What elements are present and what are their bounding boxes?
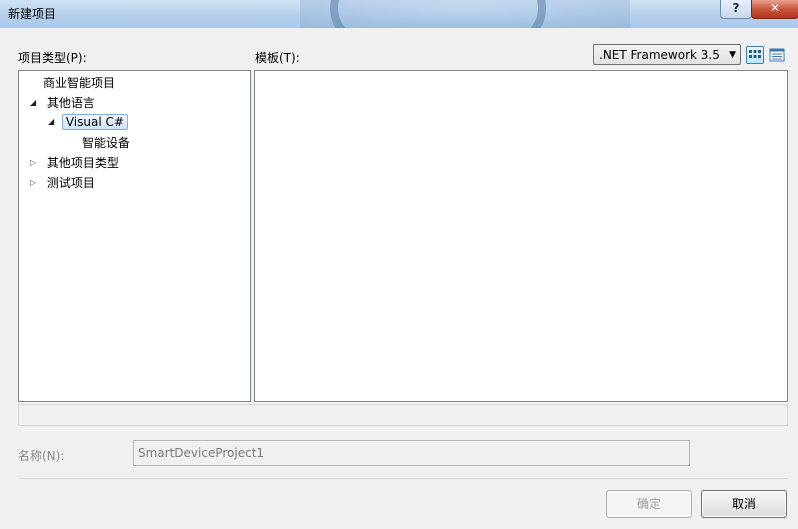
- ok-button[interactable]: 确定: [606, 490, 692, 518]
- template-description-bar: [18, 404, 788, 426]
- tree-item-other-languages[interactable]: ◢ 其他语言: [30, 94, 95, 112]
- framework-select[interactable]: .NET Framework 3.5 ▼: [593, 44, 741, 65]
- tree-item-test-projects[interactable]: ▷ 测试项目: [30, 174, 95, 192]
- collapsed-arrow-icon[interactable]: ▷: [30, 154, 40, 172]
- tree-item-label: 商业智能项目: [43, 76, 116, 90]
- divider: [18, 478, 788, 479]
- title-bar-glass-ring: [330, 0, 546, 28]
- templates-label: 模板(T):: [255, 51, 300, 65]
- cancel-button[interactable]: 取消: [701, 490, 787, 518]
- tree-item-label: 其他语言: [46, 96, 95, 110]
- project-types-label: 项目类型(P):: [18, 51, 87, 65]
- framework-select-value: .NET Framework 3.5: [599, 48, 720, 62]
- expanded-arrow-icon[interactable]: ◢: [30, 94, 40, 112]
- small-icons-view-button[interactable]: [768, 46, 786, 64]
- small-icons-view-icon: [769, 48, 785, 62]
- name-field[interactable]: [133, 440, 690, 466]
- tree-item-smart-device[interactable]: 智能设备: [82, 134, 130, 152]
- close-icon: ✕: [769, 1, 781, 15]
- templates-list[interactable]: [254, 70, 788, 402]
- collapsed-arrow-icon[interactable]: ▷: [30, 174, 40, 192]
- help-button[interactable]: ?: [720, 0, 752, 19]
- name-label: 名称(N):: [18, 449, 65, 463]
- expanded-arrow-icon[interactable]: ◢: [48, 113, 58, 131]
- title-bar: 新建项目 ? ✕: [0, 0, 798, 28]
- project-types-tree[interactable]: 商业智能项目 ◢ 其他语言 ◢ Visual C# 智能设备 ▷ 其他项目类型 …: [18, 70, 251, 402]
- chevron-down-icon: ▼: [729, 50, 736, 60]
- close-button[interactable]: ✕: [751, 0, 798, 19]
- tree-item-label: 其他项目类型: [46, 156, 119, 170]
- new-project-dialog: 项目类型(P): 模板(T): .NET Framework 3.5 ▼ 商业智…: [0, 28, 798, 529]
- large-icons-view-button[interactable]: [746, 46, 764, 64]
- tree-item-label-selected: Visual C#: [61, 114, 128, 130]
- tree-item-label: 智能设备: [82, 136, 131, 150]
- tree-item-other-project-types[interactable]: ▷ 其他项目类型: [30, 154, 119, 172]
- tree-item-label: 测试项目: [46, 176, 95, 190]
- window-title: 新建项目: [8, 7, 57, 21]
- tree-item-business-intelligence[interactable]: 商业智能项目: [43, 74, 115, 92]
- large-icons-view-icon: [749, 50, 761, 58]
- tree-item-visual-csharp[interactable]: ◢ Visual C#: [48, 113, 128, 131]
